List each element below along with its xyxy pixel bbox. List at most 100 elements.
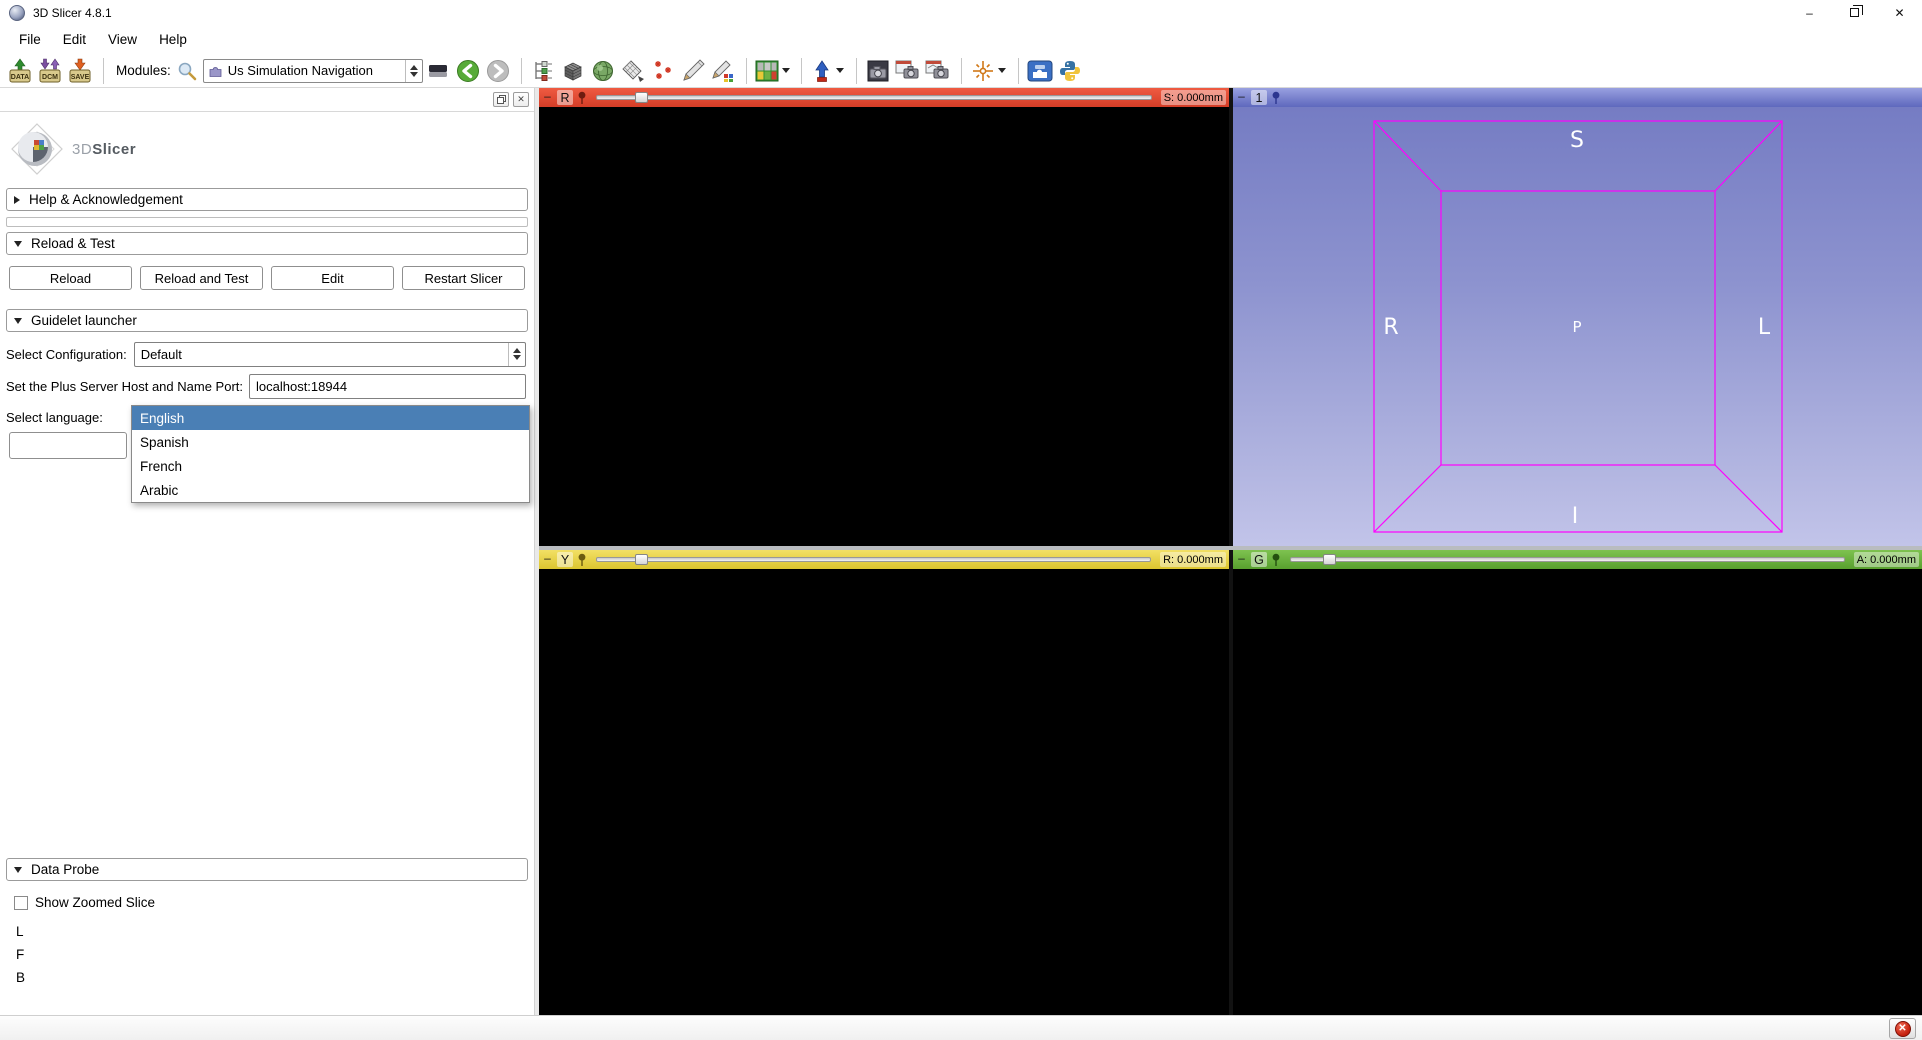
app-icon [9, 5, 25, 21]
empty-combobox[interactable] [9, 432, 127, 459]
show-zoomed-slice-checkbox[interactable] [14, 896, 28, 910]
save-button[interactable]: SAVE [65, 57, 95, 85]
red-pin-icon[interactable] [577, 91, 587, 105]
horizontal-view-splitter[interactable] [539, 546, 1922, 550]
transforms-module-button[interactable] [618, 57, 648, 85]
threed-view-label[interactable]: 1 [1251, 90, 1267, 105]
plus-server-input[interactable] [249, 374, 526, 399]
load-dicom-button[interactable]: DCM [35, 57, 65, 85]
module-selector-spin[interactable] [405, 60, 422, 82]
menu-view[interactable]: View [97, 32, 148, 47]
panel-float-button[interactable] [493, 92, 509, 107]
slider-handle[interactable] [635, 92, 648, 103]
annotations-icon [651, 59, 675, 83]
configuration-spin[interactable] [508, 343, 525, 366]
crosshair-button[interactable] [968, 57, 1010, 85]
language-option-french[interactable]: French [132, 454, 529, 478]
green-view-label[interactable]: G [1251, 552, 1267, 567]
menu-edit[interactable]: Edit [52, 32, 97, 47]
panel-close-button[interactable]: ✕ [513, 92, 529, 107]
language-option-spanish[interactable]: Spanish [132, 430, 529, 454]
models-module-button[interactable] [588, 57, 618, 85]
restore-button[interactable] [1832, 0, 1877, 25]
extensions-manager-button[interactable] [1025, 57, 1055, 85]
configuration-value: Default [135, 347, 508, 362]
float-icon [497, 95, 506, 104]
yellow-slice-offset-slider[interactable] [596, 553, 1151, 566]
editor-module-button[interactable] [678, 57, 708, 85]
back-icon [456, 59, 480, 83]
module-history-button[interactable] [423, 57, 453, 85]
forward-icon [486, 59, 510, 83]
screenshot-button[interactable] [863, 57, 893, 85]
language-option-arabic[interactable]: Arabic [132, 478, 529, 502]
yellow-collapse-button[interactable]: – [542, 553, 553, 566]
red-collapse-button[interactable]: – [542, 91, 553, 104]
yellow-slice-view: – Y R: 0.000mm [539, 550, 1229, 1015]
configuration-combobox[interactable]: Default [134, 342, 526, 367]
python-console-button[interactable] [1055, 57, 1085, 85]
red-slice-viewport[interactable] [539, 107, 1229, 546]
layout-caret-icon [782, 68, 790, 73]
yellow-view-label[interactable]: Y [557, 552, 573, 567]
svg-text:DCM: DCM [42, 74, 58, 81]
plus-server-row: Set the Plus Server Host and Name Port: [6, 373, 526, 399]
threed-collapse-button[interactable]: – [1236, 91, 1247, 104]
module-selector-value: Us Simulation Navigation [224, 63, 405, 78]
yellow-offset-value: R: 0.000mm [1160, 552, 1226, 567]
yellow-slice-viewport[interactable] [539, 569, 1229, 1015]
section-label: Data Probe [31, 862, 99, 877]
orientation-cube: S R P L I [1233, 107, 1922, 546]
segment-editor-module-button[interactable] [708, 57, 738, 85]
section-help-acknowledgement[interactable]: Help & Acknowledgement [6, 188, 528, 211]
section-reload-test[interactable]: Reload & Test [6, 232, 528, 255]
scene-view-capture-button[interactable] [893, 57, 923, 85]
module-back-button[interactable] [453, 57, 483, 85]
module-selector[interactable]: Us Simulation Navigation [203, 59, 423, 83]
transforms-icon [621, 59, 645, 83]
configuration-label: Select Configuration: [6, 347, 127, 362]
threed-view-controller: – 1 [1233, 88, 1922, 107]
segment-editor-icon [711, 59, 735, 83]
section-guidelet-launcher[interactable]: Guidelet launcher [6, 309, 528, 332]
collapsed-arrow-icon [14, 196, 20, 204]
yellow-pin-icon[interactable] [577, 553, 587, 567]
slider-handle[interactable] [635, 554, 648, 565]
scene-view-restore-button[interactable] [923, 57, 953, 85]
slider-handle[interactable] [1323, 554, 1336, 565]
window-title: 3D Slicer 4.8.1 [33, 6, 112, 20]
threed-viewport[interactable]: S R P L I [1233, 107, 1922, 551]
module-search-button[interactable] [175, 57, 199, 85]
help-section-body [6, 217, 528, 227]
minimize-button[interactable]: – [1787, 0, 1832, 25]
red-view-label[interactable]: R [557, 90, 573, 105]
section-data-probe[interactable]: Data Probe [6, 858, 528, 881]
green-collapse-button[interactable]: – [1236, 553, 1247, 566]
crosshair-caret-icon [998, 68, 1006, 73]
mouse-mode-button[interactable] [808, 57, 848, 85]
red-slice-offset-slider[interactable] [596, 91, 1152, 104]
edit-button[interactable]: Edit [271, 266, 394, 290]
volumes-module-button[interactable] [558, 57, 588, 85]
green-slice-offset-slider[interactable] [1290, 553, 1845, 566]
green-slice-viewport[interactable] [1233, 569, 1922, 1015]
error-log-button[interactable]: ✕ [1889, 1018, 1916, 1039]
search-icon [177, 61, 197, 81]
green-pin-icon[interactable] [1271, 553, 1281, 567]
green-offset-value: A: 0.000mm [1854, 552, 1919, 567]
menu-help[interactable]: Help [148, 32, 198, 47]
reload-button[interactable]: Reload [9, 266, 132, 290]
module-forward-button[interactable] [483, 57, 513, 85]
restart-slicer-button[interactable]: Restart Slicer [402, 266, 525, 290]
layout-selector-button[interactable] [753, 57, 793, 85]
language-option-english[interactable]: English [132, 406, 529, 430]
close-button[interactable]: ✕ [1877, 0, 1922, 25]
annotations-module-button[interactable] [648, 57, 678, 85]
probe-row-l: L [16, 924, 24, 939]
toolbar-separator [746, 58, 747, 84]
menu-file[interactable]: File [8, 32, 52, 47]
threed-pin-icon[interactable] [1271, 91, 1281, 105]
data-module-button[interactable] [528, 57, 558, 85]
reload-and-test-button[interactable]: Reload and Test [140, 266, 263, 290]
load-data-button[interactable]: DATA [5, 57, 35, 85]
